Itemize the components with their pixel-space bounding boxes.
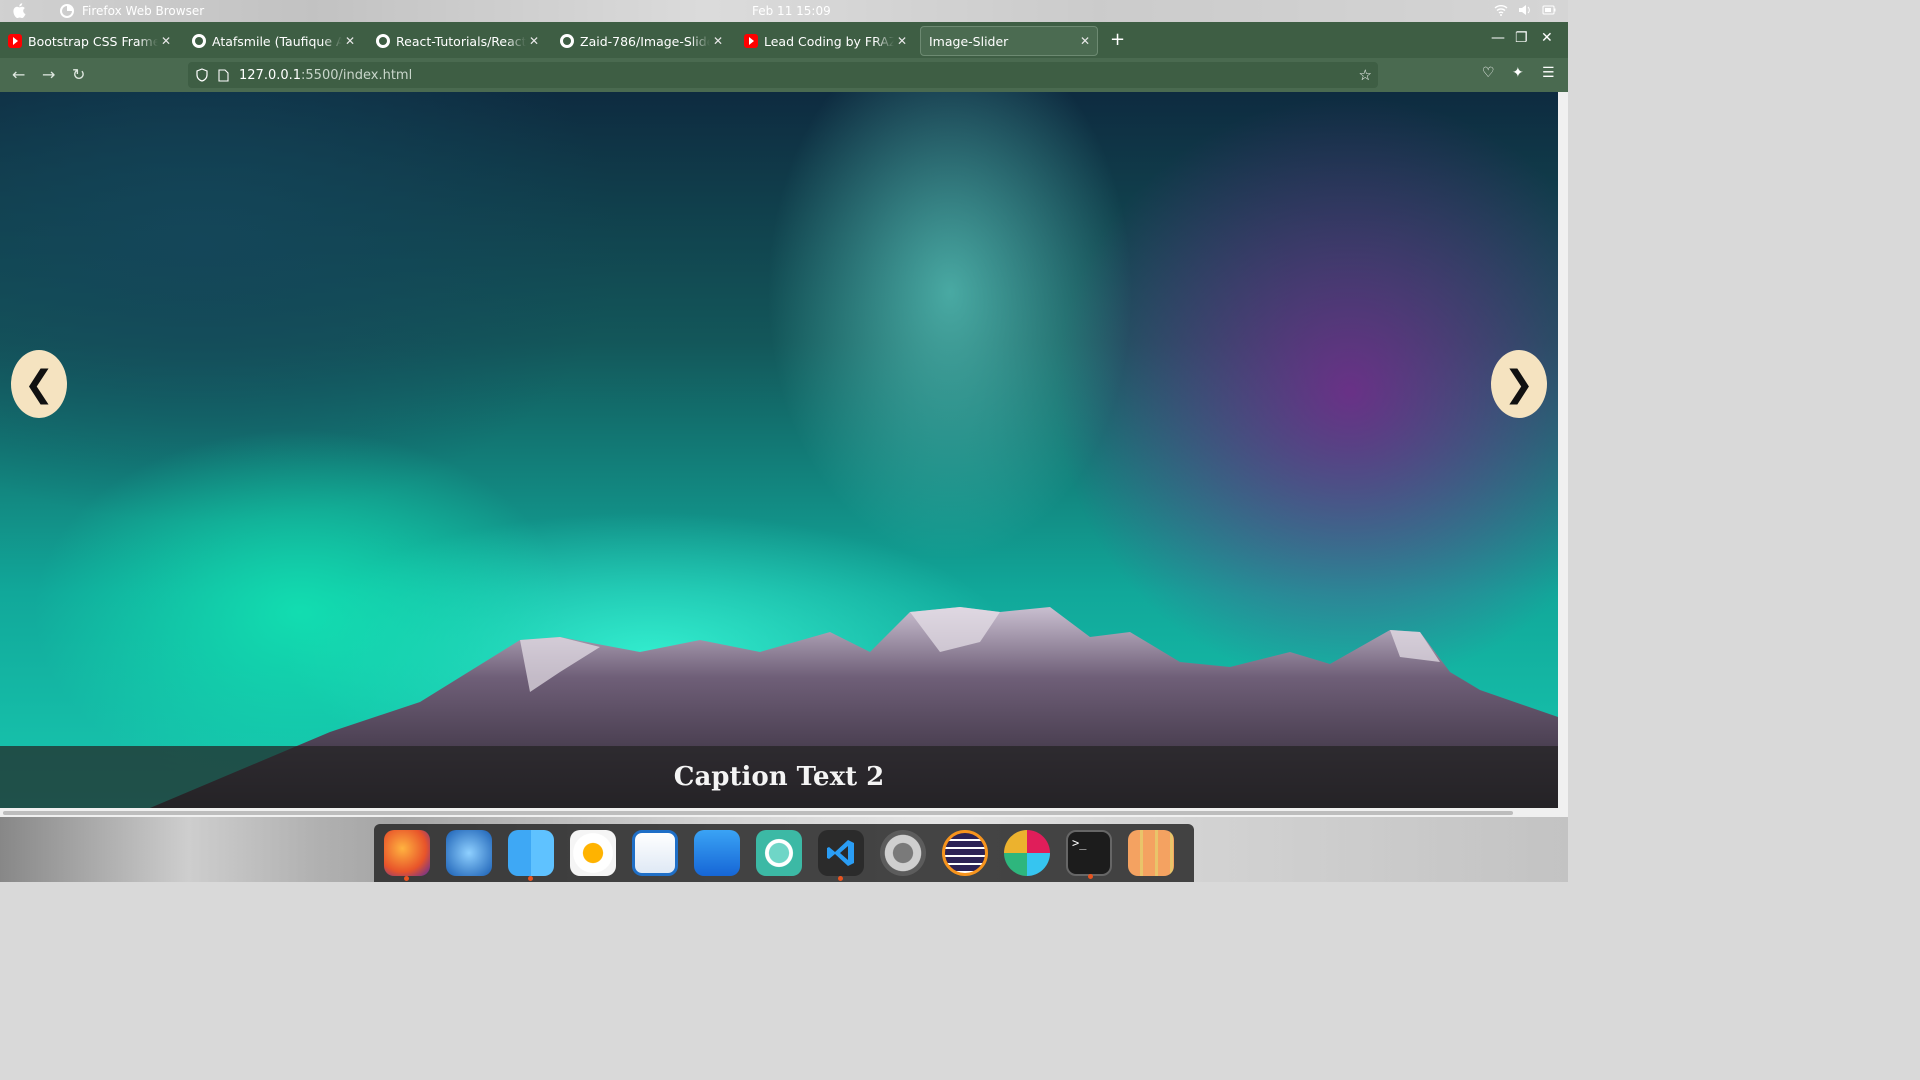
- extension-icon[interactable]: ✦: [1512, 65, 1524, 81]
- nav-toolbar: ← → ↻ 127.0.0.1:5500/index.html ☆ ♡ ✦ ☰: [0, 58, 1568, 92]
- thunderbird-icon[interactable]: [446, 830, 492, 876]
- next-slide-button[interactable]: ❯: [1491, 350, 1547, 418]
- system-tray[interactable]: [1494, 4, 1556, 16]
- active-app-name[interactable]: Firefox Web Browser: [82, 4, 204, 18]
- eclipse-icon[interactable]: [942, 830, 988, 876]
- tab-label: Atafsmile (Taufique Alam: [212, 33, 342, 49]
- finder-icon[interactable]: [508, 830, 554, 881]
- close-icon[interactable]: ✕: [158, 34, 174, 48]
- youtube-icon: [744, 34, 758, 48]
- system-top-bar: Firefox Web Browser Feb 11 15:09: [0, 0, 1568, 22]
- slide-caption: Caption Text 2: [673, 762, 885, 792]
- firefox-small-icon: [60, 4, 74, 18]
- menu-icon[interactable]: ☰: [1542, 65, 1555, 81]
- volume-icon[interactable]: [1518, 4, 1532, 16]
- slack-icon[interactable]: [1004, 830, 1050, 876]
- reload-button[interactable]: ↻: [72, 65, 85, 84]
- vertical-scrollbar[interactable]: [1558, 92, 1568, 808]
- firefox-window: Bootstrap CSS Framewor ✕ Atafsmile (Tauf…: [0, 22, 1568, 817]
- pocket-icon[interactable]: ♡: [1482, 65, 1495, 81]
- tab-label: Bootstrap CSS Framewor: [28, 33, 158, 49]
- close-icon[interactable]: ✕: [526, 34, 542, 48]
- address-bar[interactable]: 127.0.0.1:5500/index.html ☆: [188, 62, 1378, 88]
- wifi-icon[interactable]: [1494, 4, 1508, 16]
- dock: >_: [374, 824, 1194, 882]
- tab-label: React-Tutorials/React Fun: [396, 33, 526, 49]
- app-store-icon[interactable]: [694, 830, 740, 876]
- page-icon[interactable]: [218, 68, 229, 82]
- mountain-silhouette: [150, 607, 1558, 808]
- close-window-button[interactable]: ✕: [1541, 30, 1553, 46]
- vscode-logo-icon: [827, 840, 854, 866]
- running-indicator: [528, 876, 533, 881]
- forward-button[interactable]: →: [42, 65, 55, 84]
- page-viewport: ❮ ❯ Caption Text 2: [0, 92, 1558, 808]
- tab-react-tutorials[interactable]: React-Tutorials/React Fun ✕: [368, 26, 546, 56]
- github-icon: [560, 34, 574, 48]
- youtube-icon: [8, 34, 22, 48]
- terminal-icon[interactable]: >_: [1066, 830, 1112, 879]
- tab-image-slider-repo[interactable]: Zaid-786/Image-Slider ✕: [552, 26, 730, 56]
- github-icon: [376, 34, 390, 48]
- running-indicator: [1088, 874, 1093, 879]
- tab-label: Lead Coding by FRAZ - Yo: [764, 33, 894, 49]
- firefox-icon[interactable]: [384, 830, 430, 881]
- tab-bootstrap[interactable]: Bootstrap CSS Framewor ✕: [0, 26, 178, 56]
- apple-icon[interactable]: [12, 3, 26, 18]
- tab-atafsmile[interactable]: Atafsmile (Taufique Alam ✕: [184, 26, 362, 56]
- shield-icon[interactable]: [196, 68, 208, 82]
- prev-slide-button[interactable]: ❮: [11, 350, 67, 418]
- libreoffice-writer-icon[interactable]: [632, 830, 678, 876]
- tab-image-slider[interactable]: Image-Slider ✕: [920, 26, 1098, 56]
- tab-label: Image-Slider: [929, 33, 1009, 49]
- tab-label: Zaid-786/Image-Slider: [580, 33, 710, 49]
- close-icon[interactable]: ✕: [342, 34, 358, 48]
- url-path: :5500/index.html: [301, 67, 413, 83]
- scrollbar-thumb[interactable]: [3, 811, 1513, 815]
- tab-strip: Bootstrap CSS Framewor ✕ Atafsmile (Tauf…: [0, 22, 1568, 58]
- new-tab-button[interactable]: +: [1110, 31, 1125, 49]
- tab-lead-coding[interactable]: Lead Coding by FRAZ - Yo ✕: [736, 26, 914, 56]
- settings-icon[interactable]: [880, 830, 926, 876]
- app-grid-icon[interactable]: [1128, 830, 1174, 876]
- url-host: 127.0.0.1: [239, 67, 302, 83]
- running-indicator: [838, 876, 843, 881]
- clock[interactable]: Feb 11 15:09: [752, 4, 831, 18]
- caption-bar: Caption Text 2: [0, 746, 1558, 808]
- minimize-button[interactable]: —: [1491, 30, 1505, 46]
- close-icon[interactable]: ✕: [894, 34, 910, 48]
- close-icon[interactable]: ✕: [1077, 34, 1093, 48]
- bookmark-star-icon[interactable]: ☆: [1359, 66, 1372, 84]
- close-icon[interactable]: ✕: [710, 34, 726, 48]
- back-button[interactable]: ←: [12, 65, 25, 84]
- battery-icon[interactable]: [1542, 4, 1556, 16]
- horizontal-scrollbar[interactable]: [0, 808, 1568, 817]
- vscode-icon[interactable]: [818, 830, 864, 881]
- running-indicator: [404, 876, 409, 881]
- github-icon: [192, 34, 206, 48]
- help-icon[interactable]: [756, 830, 802, 876]
- restore-button[interactable]: ❐: [1515, 30, 1528, 46]
- rhythmbox-icon[interactable]: [570, 830, 616, 876]
